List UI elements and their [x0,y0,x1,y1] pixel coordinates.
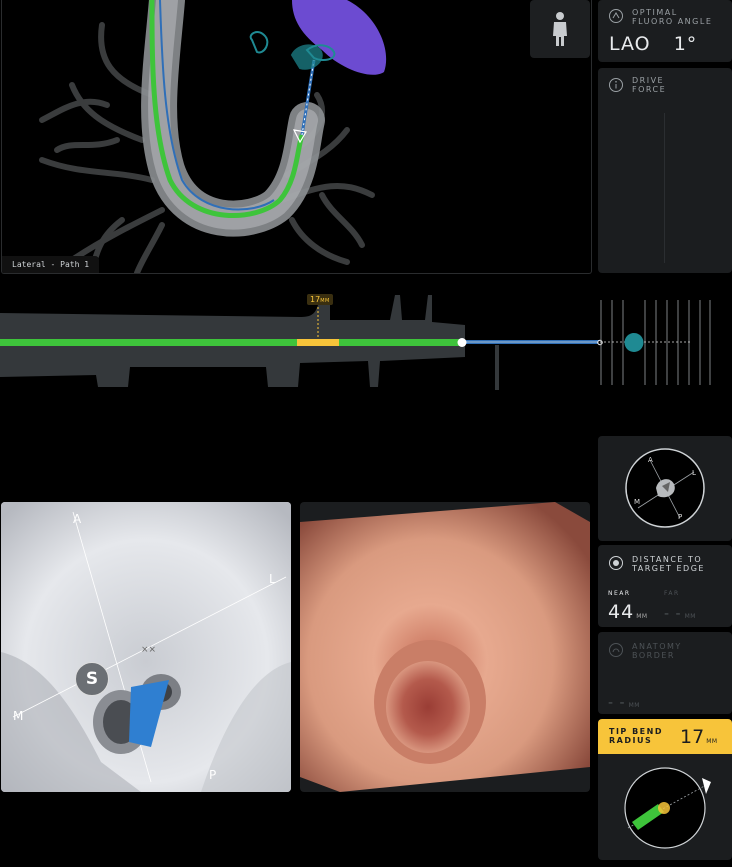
airway-3d-view[interactable]: Lateral - Path 1 [1,0,592,274]
distance-to-target-panel: DISTANCE TO TARGET EDGE NEAR FAR 44 MM - … [598,545,732,627]
tip-bend-title-2: RADIUS [609,736,653,745]
airway-tree-render [39,0,387,273]
path-strip[interactable]: 17MM [0,294,732,390]
globe-label-l: L [692,469,696,477]
marker-unit: MM [320,298,330,304]
fluoro-direction: LAO [609,33,651,55]
fluoro-title-1: OPTIMAL [632,8,678,17]
distance-title-2: TARGET EDGE [632,564,705,573]
anatomy-icon [608,642,624,662]
sync-s-button[interactable]: S [75,662,109,696]
fluoro-icon [608,8,624,28]
far-label: FAR [664,590,680,597]
orientation-globe [625,448,705,528]
fluoro-angle-value: 1° [673,33,698,55]
anatomy-title-1: ANATOMY [632,642,682,651]
patient-orientation-button[interactable] [530,0,590,58]
tip-distance-marker: 17MM [307,294,333,305]
anatomy-border-panel: ANATOMY BORDER - - MM [598,632,732,714]
marker-value: 17 [310,295,321,304]
tip-bend-visual-panel [598,754,732,860]
tip-bend-title-1: TIP BEND [609,727,663,736]
drive-title-2: FORCE [632,85,667,94]
person-icon [553,12,567,46]
far-unit: MM [684,613,696,620]
globe-label-p: P [678,513,683,521]
view-label: Lateral - Path 1 [2,256,100,273]
fluoro-angle-panel: OPTIMAL FLUORO ANGLE LAO 1° [598,0,732,62]
near-label: NEAR [608,590,631,597]
tip-bend-radius-panel: TIP BEND RADIUS 17 MM [598,719,732,754]
virtual-airway-render: ⨯⨯ [1,502,291,792]
virtual-label-l: L [269,572,276,586]
far-value: - - [664,606,682,622]
drive-force-panel: DRIVE FORCE [598,68,732,273]
anatomy-value: - - [608,695,626,711]
globe-label-a: A [648,456,653,464]
fluoro-title-2: FLUORO ANGLE [632,17,713,26]
svg-text:⨯⨯: ⨯⨯ [141,645,156,655]
camera-feed [300,502,590,792]
virtual-label-p: P [209,768,217,782]
airway-profile [0,295,711,390]
tip-bend-visual [624,767,711,849]
virtual-label-a: A [73,512,82,526]
orientation-globe-panel[interactable]: A L M P [598,436,732,541]
info-icon [608,77,624,97]
camera-view[interactable] [300,502,590,792]
near-unit: MM [636,613,648,620]
distance-title-1: DISTANCE TO [632,555,703,564]
tip-bend-unit: MM [706,738,718,745]
near-value: 44 [608,601,635,623]
target-icon [608,555,624,575]
globe-label-m: M [634,498,641,506]
tip-bend-value: 17 [680,726,705,748]
virtual-endoscopy-view[interactable]: ⨯⨯ A L M P S [1,502,291,792]
anatomy-title-2: BORDER [632,651,675,660]
virtual-label-m: M [13,709,24,723]
drive-force-gauge [664,113,665,263]
anatomy-unit: MM [628,702,640,709]
sync-s-label: S [85,669,99,689]
drive-title-1: DRIVE [632,76,665,85]
